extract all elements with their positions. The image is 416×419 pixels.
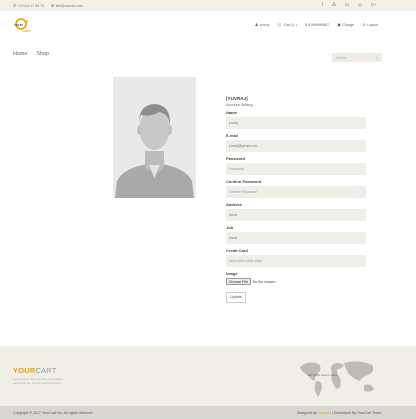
user-icon: ♟ xyxy=(254,22,259,27)
copyright-text: Copyright © 2017 YourCart Inc. All right… xyxy=(13,410,94,415)
email-field[interactable]: yuvraj@gmail.com xyxy=(226,140,366,152)
linkedin-icon[interactable]: in xyxy=(345,2,349,8)
footer-brand: YOURCART xyxy=(13,366,57,375)
social-links: f ⁂ in ◎ G+ xyxy=(322,2,377,8)
designed-prefix: Designed by xyxy=(296,410,318,415)
balance: $ 8.999999987 xyxy=(305,22,330,27)
password-field[interactable]: Password xyxy=(226,163,366,175)
logo-icon: YOUR CART xyxy=(14,18,30,33)
credit-card-field[interactable]: #### #### #### #### xyxy=(226,255,366,267)
password-label: Password xyxy=(226,156,245,161)
google-plus-icon[interactable]: G+ xyxy=(371,2,377,8)
search-input[interactable]: Search ⚲ xyxy=(332,53,382,62)
search-icon[interactable]: ⚲ xyxy=(376,56,378,60)
cart-icon: 🛒 xyxy=(277,22,283,27)
nav-home[interactable]: Home xyxy=(13,51,27,57)
user-link[interactable]: ♟ yuvraj xyxy=(255,22,270,27)
designer-link[interactable]: Yourcart xyxy=(318,411,331,415)
user-label: yuvraj xyxy=(259,22,270,27)
phone-icon: ✆ xyxy=(13,3,17,8)
cart-label: Cart (1 ) xyxy=(283,22,298,27)
search-placeholder: Search xyxy=(336,55,347,60)
email-label: E-mail xyxy=(226,133,239,138)
update-button[interactable]: Update xyxy=(226,292,246,303)
logo-text-bottom: CART xyxy=(22,29,30,33)
logout-icon: ➲ xyxy=(362,22,366,27)
world-map-image xyxy=(300,361,374,397)
avatar-silhouette xyxy=(113,77,196,198)
logout-label: Logout xyxy=(367,22,378,27)
name-field[interactable]: yuvraj xyxy=(226,117,366,129)
image-label: Image xyxy=(226,271,238,276)
footer-blurb: Lorem ipsum dolor sit amet, consectetur … xyxy=(13,377,63,385)
footer-brand-part1: YOUR xyxy=(13,366,36,375)
logo-text-top: YOUR xyxy=(14,23,24,27)
credit-card-label: Credit Card xyxy=(226,248,248,253)
designed-suffix: | Developed By YourCart Team xyxy=(330,410,381,415)
logout-link[interactable]: ➲ Logout xyxy=(362,22,378,27)
profile-username: [YUVRAJ] xyxy=(226,96,248,101)
account-setting-title: Account Setting xyxy=(226,103,253,107)
email-text: info@domain.com xyxy=(55,3,84,8)
cart-link[interactable]: 🛒 Cart (1 ) xyxy=(277,22,297,27)
no-file-text: No file chosen xyxy=(252,279,276,284)
facebook-icon[interactable]: f xyxy=(322,2,323,8)
phone: ✆ +2 0111 47 86 74 xyxy=(13,3,44,8)
twitter-icon[interactable]: ⁂ xyxy=(332,2,337,8)
top-bar: ✆ +2 0111 47 86 74 ✉ info@domain.com f ⁂ i… xyxy=(0,0,416,11)
charge-label: Charge xyxy=(342,22,355,27)
footer: YOURCART Lorem ipsum dolor sit amet, con… xyxy=(0,346,416,406)
phone-text: +2 0111 47 86 74 xyxy=(17,3,44,8)
dribbble-icon[interactable]: ◎ xyxy=(358,2,362,8)
user-nav: ♟ yuvraj 🛒 Cart (1 ) $ 8.999999987 ▣ Charge… xyxy=(255,22,378,27)
confirm-password-field[interactable]: Confirm Password xyxy=(226,186,366,198)
main-nav: Home Shop xyxy=(13,51,49,57)
job-field[interactable]: tirrrai xyxy=(226,232,366,244)
profile-avatar xyxy=(113,77,196,198)
name-label: Name xyxy=(226,110,237,115)
footer-brand-part2: CART xyxy=(35,366,57,375)
nav-shop[interactable]: Shop xyxy=(36,51,49,57)
designed-by: Designed by Yourcart | Developed By Your… xyxy=(297,411,381,415)
choose-file-button[interactable]: Choose File xyxy=(226,278,251,286)
address-field[interactable]: tirrrai xyxy=(226,209,366,221)
footer-address: 435 Tahrir street, Cairo xyxy=(307,373,338,377)
account-form: [YUVRAJ] Account Setting Name yuvraj E-m… xyxy=(226,96,366,303)
email[interactable]: ✉ info@domain.com xyxy=(51,3,83,8)
envelope-icon: ✉ xyxy=(50,3,55,8)
charge-link[interactable]: ▣ Charge xyxy=(337,22,354,27)
header: YOUR CART ♟ yuvraj 🛒 Cart (1 ) $ 8.9999999… xyxy=(0,11,416,40)
job-label: Job xyxy=(226,225,234,230)
logo[interactable]: YOUR CART xyxy=(13,18,33,34)
image-upload: Choose File No file chosen xyxy=(226,278,366,286)
credit-card-icon: ▣ xyxy=(337,22,341,27)
bottom-bar: Copyright © 2017 YourCart Inc. All right… xyxy=(0,406,416,419)
address-label: Address xyxy=(226,202,243,207)
confirm-password-label: Confirm Password xyxy=(226,179,262,184)
contact-info: ✆ +2 0111 47 86 74 ✉ info@domain.com xyxy=(13,3,83,8)
